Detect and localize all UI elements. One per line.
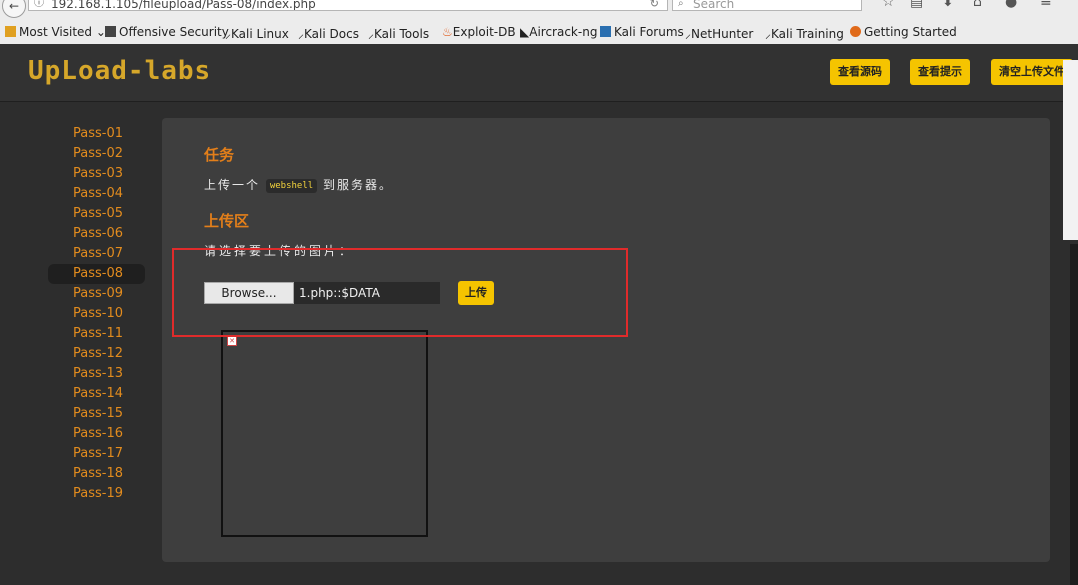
sidebar-item-pass-19[interactable]: Pass-19 bbox=[48, 484, 145, 504]
webshell-code: webshell bbox=[265, 179, 318, 193]
url-text: 192.168.1.105/fileupload/Pass-08/index.p… bbox=[51, 0, 316, 11]
browser-toolbar: ← ⓘ 192.168.1.105/fileupload/Pass-08/ind… bbox=[0, 0, 1078, 23]
sidebar-item-pass-06[interactable]: Pass-06 bbox=[48, 224, 145, 244]
sidebar-item-pass-03[interactable]: Pass-03 bbox=[48, 164, 145, 184]
chevron-down-icon: ⌄ bbox=[92, 25, 106, 39]
search-placeholder: Search bbox=[693, 0, 735, 11]
view-source-button[interactable]: 查看源码 bbox=[830, 59, 890, 85]
bookmarks-bar: Most Visited ⌄ Offensive Security ⸝Kali … bbox=[0, 22, 1078, 45]
view-hint-button[interactable]: 查看提示 bbox=[910, 59, 970, 85]
image-preview: ✕ bbox=[221, 330, 428, 537]
main-panel: 任务 上传一个 webshell 到服务器。 上传区 请选择要上传的图片： Br… bbox=[162, 118, 1050, 562]
sidebar-item-pass-15[interactable]: Pass-15 bbox=[48, 404, 145, 424]
bookmark-kali-docs[interactable]: ⸝Kali Docs bbox=[298, 25, 359, 42]
sidebar-item-pass-07[interactable]: Pass-07 bbox=[48, 244, 145, 264]
sidebar-item-pass-11[interactable]: Pass-11 bbox=[48, 324, 145, 344]
url-bar[interactable]: ⓘ 192.168.1.105/fileupload/Pass-08/index… bbox=[28, 0, 668, 11]
bookmark-kali-forums[interactable]: Kali Forums bbox=[600, 25, 684, 39]
addon-icon[interactable]: ● bbox=[1005, 0, 1017, 10]
sidebar-item-pass-05[interactable]: Pass-05 bbox=[48, 204, 145, 224]
logo[interactable]: UpLoad-labs bbox=[28, 56, 211, 86]
broken-image-icon: ✕ bbox=[227, 336, 237, 346]
sidebar-item-pass-17[interactable]: Pass-17 bbox=[48, 444, 145, 464]
download-icon[interactable]: ⬇ bbox=[942, 0, 954, 10]
menu-icon[interactable]: ≡ bbox=[1040, 0, 1052, 10]
upload-area-title: 上传区 bbox=[204, 212, 250, 230]
clear-uploads-button[interactable]: 清空上传文件 bbox=[991, 59, 1073, 85]
red-highlight-box bbox=[172, 248, 628, 337]
info-icon: ⓘ bbox=[34, 0, 44, 9]
home-icon[interactable]: ⌂ bbox=[973, 0, 982, 10]
offsec-icon bbox=[105, 26, 116, 37]
reload-icon[interactable]: ↻ bbox=[650, 0, 659, 10]
task-description: 上传一个 webshell 到服务器。 bbox=[204, 178, 394, 193]
bookmark-star-icon[interactable]: ☆ bbox=[882, 0, 895, 10]
sidebar-item-pass-10[interactable]: Pass-10 bbox=[48, 304, 145, 324]
sidebar-item-pass-12[interactable]: Pass-12 bbox=[48, 344, 145, 364]
window-edge bbox=[1063, 60, 1078, 240]
folder-icon bbox=[5, 26, 16, 37]
sidebar-item-pass-16[interactable]: Pass-16 bbox=[48, 424, 145, 444]
sidebar-item-pass-02[interactable]: Pass-02 bbox=[48, 144, 145, 164]
search-input[interactable]: ⌕ Search bbox=[672, 0, 862, 11]
library-icon[interactable]: ▤ bbox=[910, 0, 923, 10]
bookmark-exploit-db[interactable]: ♨Exploit-DB bbox=[442, 25, 516, 39]
sidebar-item-pass-09[interactable]: Pass-09 bbox=[48, 284, 145, 304]
bookmark-kali-linux[interactable]: ⸝Kali Linux bbox=[225, 25, 289, 42]
back-button[interactable]: ← bbox=[2, 0, 26, 18]
aircrack-icon: ◣ bbox=[520, 25, 530, 39]
exploitdb-icon: ♨ bbox=[442, 25, 453, 39]
sidebar-item-pass-01[interactable]: Pass-01 bbox=[48, 124, 145, 144]
bookmark-offensive-security[interactable]: Offensive Security bbox=[105, 25, 229, 39]
sidebar-item-pass-13[interactable]: Pass-13 bbox=[48, 364, 145, 384]
sidebar-item-pass-18[interactable]: Pass-18 bbox=[48, 464, 145, 484]
bookmark-nethunter[interactable]: ⸝NetHunter bbox=[685, 25, 753, 42]
sidebar: Pass-01 Pass-02 Pass-03 Pass-04 Pass-05 … bbox=[48, 124, 145, 504]
bookmark-kali-tools[interactable]: ⸝Kali Tools bbox=[368, 25, 429, 42]
app-header: UpLoad-labs 查看源码 查看提示 清空上传文件 bbox=[0, 44, 1078, 102]
firefox-icon bbox=[850, 26, 861, 37]
sidebar-item-pass-14[interactable]: Pass-14 bbox=[48, 384, 145, 404]
window-edge-dark bbox=[1070, 244, 1078, 585]
bookmark-getting-started[interactable]: Getting Started bbox=[850, 25, 957, 39]
search-icon: ⌕ bbox=[678, 0, 684, 9]
task-title: 任务 bbox=[204, 146, 235, 164]
sidebar-item-pass-08[interactable]: Pass-08 bbox=[48, 264, 145, 284]
sidebar-item-pass-04[interactable]: Pass-04 bbox=[48, 184, 145, 204]
bookmark-aircrack-ng[interactable]: ◣Aircrack-ng bbox=[520, 25, 597, 39]
kali-forums-icon bbox=[600, 26, 611, 37]
bookmark-most-visited[interactable]: Most Visited ⌄ bbox=[5, 25, 106, 39]
bookmark-kali-training[interactable]: ⸝Kali Training bbox=[765, 25, 844, 42]
